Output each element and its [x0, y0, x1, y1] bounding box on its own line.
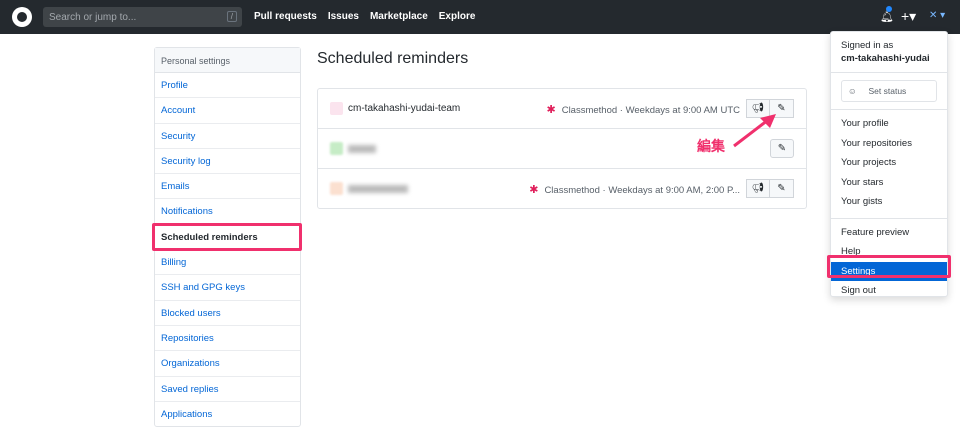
highlight-box	[152, 223, 302, 251]
menu-group: Your profile Your repositories Your proj…	[831, 109, 947, 212]
team-avatar	[330, 182, 343, 195]
slack-icon: ✱	[546, 104, 556, 116]
sidebar-item-security-log[interactable]: Security log	[155, 149, 300, 175]
nav-pull-requests[interactable]: Pull requests	[254, 11, 317, 22]
sidebar-item-profile[interactable]: Profile	[155, 73, 300, 99]
edit-button[interactable]: ✎	[770, 179, 794, 198]
slack-icon: ✱	[529, 184, 539, 196]
highlight-box	[827, 255, 951, 278]
sidebar-item-emails[interactable]: Emails	[155, 174, 300, 200]
sidebar-item-billing[interactable]: Billing	[155, 250, 300, 276]
sidebar-item-account[interactable]: Account	[155, 98, 300, 124]
sidebar-item-blocked-users[interactable]: Blocked users	[155, 301, 300, 326]
set-status-button[interactable]: ☺ Set status	[841, 80, 937, 102]
user-avatar-menu[interactable]: ✕ ▾	[929, 10, 945, 21]
sidebar-item-applications[interactable]: Applications	[155, 402, 300, 427]
team-avatar	[330, 142, 343, 155]
reminder-schedule: Classmethod · Weekdays at 9:00 AM, 2:00 …	[544, 185, 740, 196]
sidebar-item-repositories[interactable]: Repositories	[155, 326, 300, 352]
create-new-button[interactable]: +▾	[901, 8, 916, 25]
reminder-schedule: Classmethod · Weekdays at 9:00 AM UTC	[561, 105, 740, 116]
page-title: Scheduled reminders	[317, 50, 469, 67]
reminder-info: ✱ Classmethod · Weekdays at 9:00 AM, 2:00…	[529, 183, 740, 196]
github-logo-icon[interactable]	[12, 7, 32, 27]
annotation-arrow-icon	[733, 114, 776, 148]
smiley-icon: ☺	[848, 86, 857, 96]
sidebar-item-saved-replies[interactable]: Saved replies	[155, 377, 300, 402]
notification-bell-icon[interactable]: 🔔︎	[880, 10, 894, 23]
test-reminder-button[interactable]: 📢︎	[746, 179, 770, 198]
sidebar-heading: Personal settings	[155, 48, 300, 73]
reminder-info: ✱ Classmethod · Weekdays at 9:00 AM UTC	[546, 103, 740, 116]
sidebar-item-ssh-gpg-keys[interactable]: SSH and GPG keys	[155, 275, 300, 301]
team-avatar	[330, 102, 343, 115]
blurred-name	[348, 145, 376, 153]
signed-in-label: Signed in as	[841, 40, 894, 51]
menu-your-stars[interactable]: Your stars	[831, 173, 947, 193]
nav-marketplace[interactable]: Marketplace	[370, 11, 428, 22]
main-nav: Pull requests Issues Marketplace Explore	[254, 11, 475, 22]
menu-your-repositories[interactable]: Your repositories	[831, 134, 947, 154]
set-status-label: Set status	[868, 86, 907, 96]
menu-feature-preview[interactable]: Feature preview	[831, 223, 947, 243]
slash-key-hint: /	[226, 11, 237, 22]
menu-your-gists[interactable]: Your gists	[831, 192, 947, 212]
search-placeholder: Search or jump to...	[49, 12, 137, 23]
edit-annotation-label: 編集	[697, 138, 725, 154]
nav-explore[interactable]: Explore	[439, 11, 476, 22]
blurred-name	[348, 185, 408, 193]
menu-your-projects[interactable]: Your projects	[831, 153, 947, 173]
sidebar-item-organizations[interactable]: Organizations	[155, 351, 300, 377]
menu-your-profile[interactable]: Your profile	[831, 114, 947, 134]
menu-sign-out[interactable]: Sign out	[831, 281, 947, 301]
nav-issues[interactable]: Issues	[328, 11, 359, 22]
sidebar-item-notifications[interactable]: Notifications	[155, 199, 300, 225]
top-header: Search or jump to... / Pull requests Issu…	[0, 0, 960, 34]
sidebar-item-security[interactable]: Security	[155, 124, 300, 149]
reminder-name[interactable]: cm-takahashi-yudai-team	[348, 103, 460, 114]
signed-in-username: cm-takahashi-yudai	[831, 51, 947, 73]
search-input[interactable]: Search or jump to... /	[43, 7, 242, 27]
notification-dot	[886, 6, 892, 12]
reminder-row: ✱ Classmethod · Weekdays at 9:00 AM, 2:00…	[318, 169, 806, 209]
